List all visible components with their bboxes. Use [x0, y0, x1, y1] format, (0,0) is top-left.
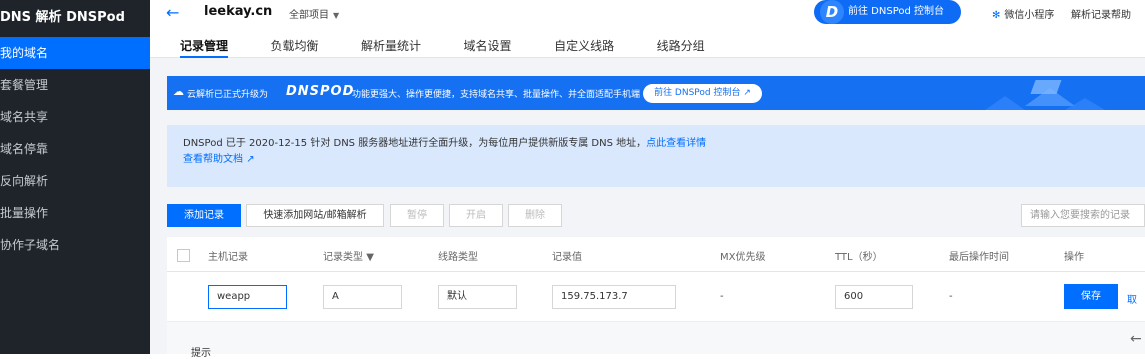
project-select[interactable]: 全部项目 ▼ [289, 6, 339, 21]
hint-area: 提示 [167, 322, 1145, 359]
upgrade-notice: DNSPod 已于 2020-12-15 针对 DNS 服务器地址进行全面升级，… [167, 125, 1145, 187]
banner-console-button[interactable]: 前往 DNSPod 控制台 ↗ [643, 84, 762, 103]
select-all-checkbox[interactable] [177, 249, 190, 262]
tab-query-stats[interactable]: 解析量统计 [361, 37, 421, 58]
col-host: 主机记录 [208, 252, 248, 263]
col-value: 记录值 [552, 252, 582, 263]
delete-button[interactable]: 删除 [508, 204, 562, 227]
mx-value: - [720, 291, 724, 302]
col-ttl: TTL（秒） [835, 252, 883, 263]
sidebar-item-collab-subdomain[interactable]: 协作子域名 [0, 229, 150, 261]
value-input[interactable]: 159.75.173.7 [552, 285, 676, 309]
miniprogram-icon: ✻ [992, 10, 1001, 21]
records-table: 主机记录 记录类型 ▼ 线路类型 记录值 MX优先级 TTL（秒） 最后操作时间… [167, 237, 1145, 359]
save-button[interactable]: 保存 [1064, 284, 1118, 309]
quick-add-button[interactable]: 快速添加网站/邮箱解析 [246, 204, 384, 227]
caret-down-icon: ▼ [333, 11, 340, 20]
filter-icon[interactable]: ▼ [366, 252, 374, 263]
tab-line-group[interactable]: 线路分组 [657, 37, 705, 58]
tab-custom-line[interactable]: 自定义线路 [554, 37, 614, 58]
col-type-label: 记录类型 [323, 252, 363, 263]
host-input[interactable]: weapp [208, 285, 287, 309]
upgrade-banner: ☁ 云解析已正式升级为 DNSPOD 功能更强大、操作更便捷，支持域名共享、批量… [167, 76, 1145, 110]
main-area: ← leekay.cn 全部项目 ▼ D 前往 DNSPod 控制台 ✻ 微信小程序… [150, 0, 1145, 359]
sidebar-nav: 我的域名 套餐管理 域名共享 域名停靠 反向解析 批量操作 协作子域名 [0, 37, 150, 261]
arrow-left-icon[interactable]: ← [166, 3, 179, 22]
cloud-upload-icon: ☁ [173, 85, 184, 98]
miniprogram-label: 微信小程序 [1004, 10, 1055, 21]
dnspod-wordmark: DNSPOD [286, 84, 355, 99]
sidebar-item-domain-share[interactable]: 域名共享 [0, 101, 150, 133]
isometric-decoration [985, 80, 1105, 110]
ttl-input[interactable]: 600 [835, 285, 913, 309]
enable-button[interactable]: 开启 [449, 204, 503, 227]
hint-label: 提示 [191, 348, 211, 359]
line-select[interactable]: 默认 [438, 285, 517, 309]
pause-button[interactable]: 暂停 [390, 204, 444, 227]
col-type[interactable]: 记录类型 ▼ [323, 248, 374, 263]
help-doc-link[interactable]: 查看帮助文档 ↗ [183, 150, 255, 165]
tab-load-balancing[interactable]: 负载均衡 [271, 37, 319, 58]
search-input[interactable]: 请输入您要搜索的记录 [1021, 204, 1145, 227]
dnspod-logo-icon: D [820, 0, 844, 24]
external-link-icon: ↗ [743, 88, 751, 98]
external-link-icon: ↗ [246, 154, 255, 165]
type-select[interactable]: A [323, 285, 402, 309]
sidebar-item-domain-parking[interactable]: 域名停靠 [0, 133, 150, 165]
dnspod-console-button[interactable]: D 前往 DNSPod 控制台 [814, 0, 961, 24]
col-actions: 操作 [1064, 252, 1084, 263]
sidebar: DNS 解析 DNSPod 我的域名 套餐管理 域名共享 域名停靠 反向解析 批… [0, 0, 150, 354]
dnspod-console-label: 前往 DNSPod 控制台 [848, 6, 945, 17]
banner-text-2: 功能更强大、操作更便捷，支持域名共享、批量操作、并全面适配手机端 [352, 90, 641, 100]
table-header: 主机记录 记录类型 ▼ 线路类型 记录值 MX优先级 TTL（秒） 最后操作时间… [167, 237, 1145, 272]
banner-console-label: 前往 DNSPod 控制台 [654, 88, 741, 98]
banner-text-1: 云解析已正式升级为 [187, 90, 269, 100]
table-row: weapp A 默认 159.75.173.7 - 600 - 保存 取 [167, 272, 1145, 322]
record-help-link[interactable]: 解析记录帮助 [1071, 6, 1131, 21]
notice-line: DNSPod 已于 2020-12-15 针对 DNS 服务器地址进行全面升级，… [183, 134, 706, 149]
sidebar-item-plans[interactable]: 套餐管理 [0, 69, 150, 101]
last-op-value: - [949, 291, 953, 302]
tab-bar: 记录管理 负载均衡 解析量统计 域名设置 自定义线路 线路分组 [180, 37, 744, 58]
tab-record-management[interactable]: 记录管理 [180, 37, 229, 58]
help-doc-label: 查看帮助文档 [183, 154, 243, 165]
top-bar: ← leekay.cn 全部项目 ▼ D 前往 DNSPod 控制台 ✻ 微信小程序… [150, 0, 1145, 58]
col-mx: MX优先级 [720, 252, 766, 263]
brand-title: DNS 解析 DNSPod [0, 10, 125, 25]
miniprogram-link[interactable]: ✻ 微信小程序 [992, 6, 1054, 21]
project-select-label: 全部项目 [289, 10, 329, 21]
tab-domain-settings[interactable]: 域名设置 [464, 37, 512, 58]
sidebar-item-my-domains[interactable]: 我的域名 [0, 37, 150, 69]
notice-detail-link[interactable]: 点此查看详情 [646, 138, 706, 149]
cancel-link[interactable]: 取 [1127, 291, 1137, 306]
domain-title: leekay.cn [204, 4, 273, 19]
add-record-button[interactable]: 添加记录 [167, 204, 241, 227]
col-last-op: 最后操作时间 [949, 252, 1009, 263]
notice-text: DNSPod 已于 2020-12-15 针对 DNS 服务器地址进行全面升级，… [183, 138, 647, 149]
sidebar-item-batch[interactable]: 批量操作 [0, 197, 150, 229]
col-line: 线路类型 [438, 252, 478, 263]
arrow-left-icon[interactable]: ← [1130, 331, 1142, 347]
sidebar-item-reverse-dns[interactable]: 反向解析 [0, 165, 150, 197]
